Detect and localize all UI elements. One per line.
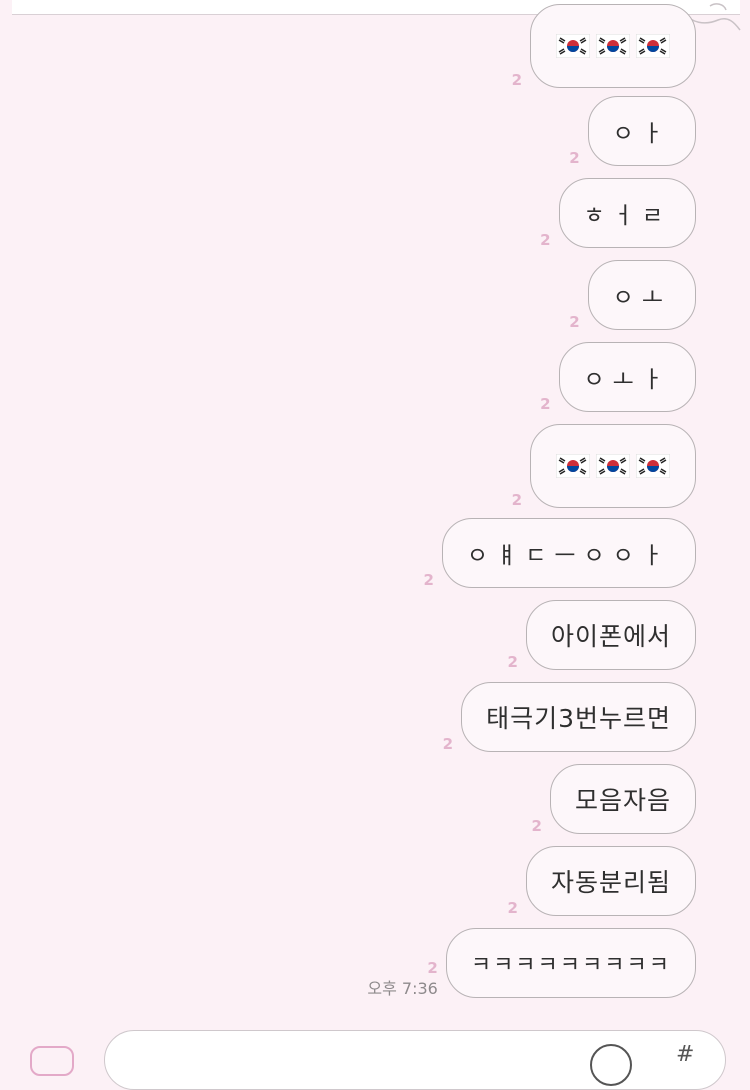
- input-bar: #: [0, 1022, 750, 1090]
- message-bubble[interactable]: 자동분리됨: [525, 846, 696, 916]
- flag-kr-icon: [596, 454, 630, 478]
- plus-button[interactable]: [30, 1046, 74, 1076]
- message-bubble[interactable]: ㅎㅓㄹ: [558, 178, 696, 248]
- message-time: 오후 7:36: [367, 979, 438, 998]
- message-row: 2 ㅇㅏ: [569, 96, 696, 167]
- message-row: 2 ㅇㅗ: [569, 260, 696, 331]
- unread-count: 2: [540, 231, 551, 249]
- message-row: 2 오후 7:36 ㅋㅋㅋㅋㅋㅋㅋㅋㅋ: [367, 928, 696, 998]
- message-row: 2 ㅎㅓㄹ: [540, 178, 696, 249]
- message-input[interactable]: [104, 1030, 726, 1090]
- message-row: 2 모음자음: [531, 764, 696, 835]
- unread-count: 2: [442, 735, 454, 753]
- message-row: 2 아이폰에서: [507, 600, 696, 671]
- message-row: 2 자동분리됨: [507, 846, 696, 917]
- message-bubble[interactable]: 모음자음: [549, 764, 696, 834]
- unread-count: 2: [569, 149, 580, 167]
- unread-count: 2: [531, 817, 542, 835]
- message-bubble[interactable]: [530, 424, 696, 508]
- message-row: 2 태극기3번누르면: [442, 682, 696, 753]
- flag-kr-icon: [596, 34, 630, 58]
- message-bubble[interactable]: ㅇㅗㅏ: [558, 342, 696, 412]
- message-row: 2: [511, 4, 696, 89]
- unread-count: 2: [423, 571, 434, 589]
- unread-count: 2: [569, 313, 580, 331]
- unread-count: 2: [427, 959, 438, 977]
- message-bubble[interactable]: [530, 4, 696, 88]
- flag-kr-icon: [556, 454, 590, 478]
- message-bubble[interactable]: ㅇㅏ: [587, 96, 696, 166]
- message-bubble[interactable]: 태극기3번누르면: [461, 682, 696, 752]
- message-bubble[interactable]: ㅇㅒㄷㅡㅇㅇㅏ: [441, 518, 696, 588]
- unread-count: 2: [507, 899, 518, 917]
- unread-count: 2: [540, 395, 551, 413]
- flag-kr-icon: [556, 34, 590, 58]
- unread-count: 2: [507, 653, 518, 671]
- flag-kr-icon: [636, 34, 670, 58]
- message-row: 2 ㅇㅒㄷㅡㅇㅇㅏ: [423, 518, 696, 589]
- hash-button[interactable]: #: [676, 1042, 694, 1067]
- flag-kr-icon: [636, 454, 670, 478]
- message-row: 2 ㅇㅗㅏ: [540, 342, 696, 413]
- message-bubble[interactable]: ㅇㅗ: [587, 260, 696, 330]
- message-bubble[interactable]: 아이폰에서: [525, 600, 696, 670]
- unread-count: 2: [511, 491, 522, 509]
- unread-count: 2: [511, 71, 522, 89]
- message-row: 2: [511, 424, 696, 509]
- message-bubble[interactable]: ㅋㅋㅋㅋㅋㅋㅋㅋㅋ: [445, 928, 696, 998]
- emoji-button[interactable]: [590, 1044, 632, 1086]
